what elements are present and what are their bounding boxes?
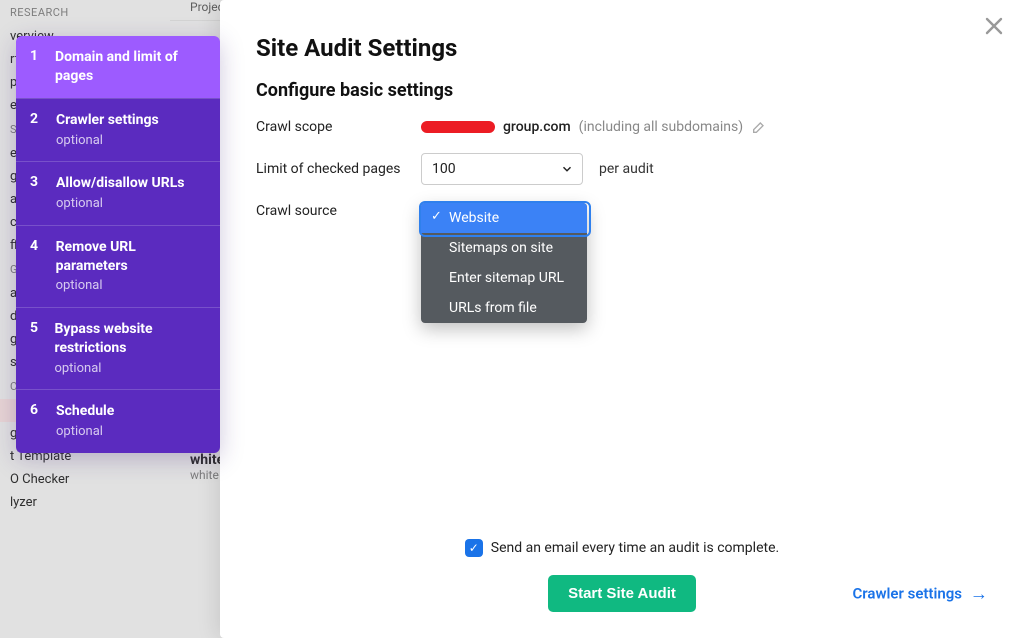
wizard-step-2[interactable]: 2 Crawler settingsoptional [16,98,220,161]
email-label: Send an email every time an audit is com… [491,540,779,556]
limit-row: Limit of checked pages 100 per audit [256,153,988,185]
site-audit-settings-modal: Site Audit Settings Configure basic sett… [220,0,1024,638]
chevron-down-icon [560,162,574,176]
wizard-step-4[interactable]: 4 Remove URL parametersoptional [16,225,220,307]
start-site-audit-button[interactable]: Start Site Audit [548,575,696,612]
crawl-source-dropdown[interactable]: Website Sitemaps on site Enter sitemap U… [421,203,587,323]
crawl-source-row: Crawl source Website Sitemaps on site En… [256,203,988,323]
domain-suffix: group.com [503,119,571,135]
close-icon [982,14,1006,38]
pencil-icon [751,119,767,135]
redacted-domain [421,121,495,133]
limit-label: Limit of checked pages [256,161,421,177]
modal-title: Site Audit Settings [256,34,988,62]
modal-subtitle: Configure basic settings [256,80,988,101]
wizard-step-3[interactable]: 3 Allow/disallow URLsoptional [16,161,220,224]
crawler-settings-link-label: Crawler settings [852,585,962,603]
limit-select[interactable]: 100 [421,153,583,185]
modal-footer: ✓ Send an email every time an audit is c… [256,539,988,612]
limit-select-value: 100 [432,161,456,177]
crawl-scope-row: Crawl scope group.com (including all sub… [256,119,988,135]
crawl-source-option-urls-file[interactable]: URLs from file [421,293,587,323]
domain-note: (including all subdomains) [579,119,743,135]
crawl-source-label: Crawl source [256,203,421,219]
edit-scope-button[interactable] [751,119,767,135]
crawl-source-option-website[interactable]: Website [421,203,587,233]
crawl-source-option-sitemaps[interactable]: Sitemaps on site [421,233,587,263]
crawler-settings-link[interactable]: Crawler settings → [852,583,988,604]
crawl-scope-label: Crawl scope [256,119,421,135]
wizard-steps: 1 Domain and limit of pages 2 Crawler se… [16,36,220,453]
wizard-step-6[interactable]: 6 Scheduleoptional [16,389,220,452]
close-button[interactable] [982,14,1006,38]
crawl-source-option-sitemap-url[interactable]: Enter sitemap URL [421,263,587,293]
limit-suffix: per audit [599,161,654,177]
wizard-step-5[interactable]: 5 Bypass website restrictionsoptional [16,307,220,389]
wizard-step-1[interactable]: 1 Domain and limit of pages [16,36,220,98]
email-checkbox[interactable]: ✓ [465,539,483,557]
arrow-right-icon: → [970,583,988,604]
